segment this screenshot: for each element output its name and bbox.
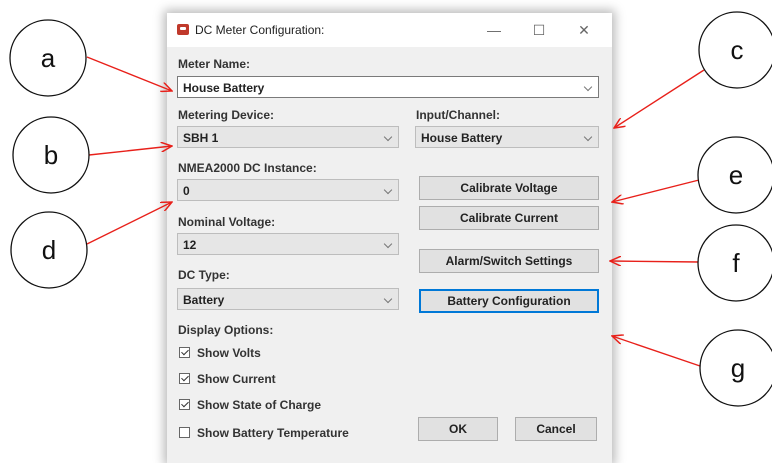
annotation-arrow-a (86, 56, 172, 91)
annotation-label-a: a (41, 43, 56, 73)
annotation-label-g: g (731, 353, 745, 383)
annotation-label-f: f (732, 248, 740, 278)
annotation-arrow-g (612, 336, 701, 367)
annotation-label-b: b (44, 140, 58, 170)
annotation-arrow-c (614, 69, 705, 128)
annotation-arrow-d (86, 202, 172, 245)
annotation-label-d: d (42, 235, 56, 265)
annotation-arrow-f (610, 261, 700, 262)
annotation-arrow-b (88, 146, 172, 156)
annotation-label-e: e (729, 160, 743, 190)
annotation-overlay: a b c d e f g (9, 11, 772, 407)
annotation-arrow-e (612, 179, 700, 202)
annotation-label-c: c (731, 35, 744, 65)
